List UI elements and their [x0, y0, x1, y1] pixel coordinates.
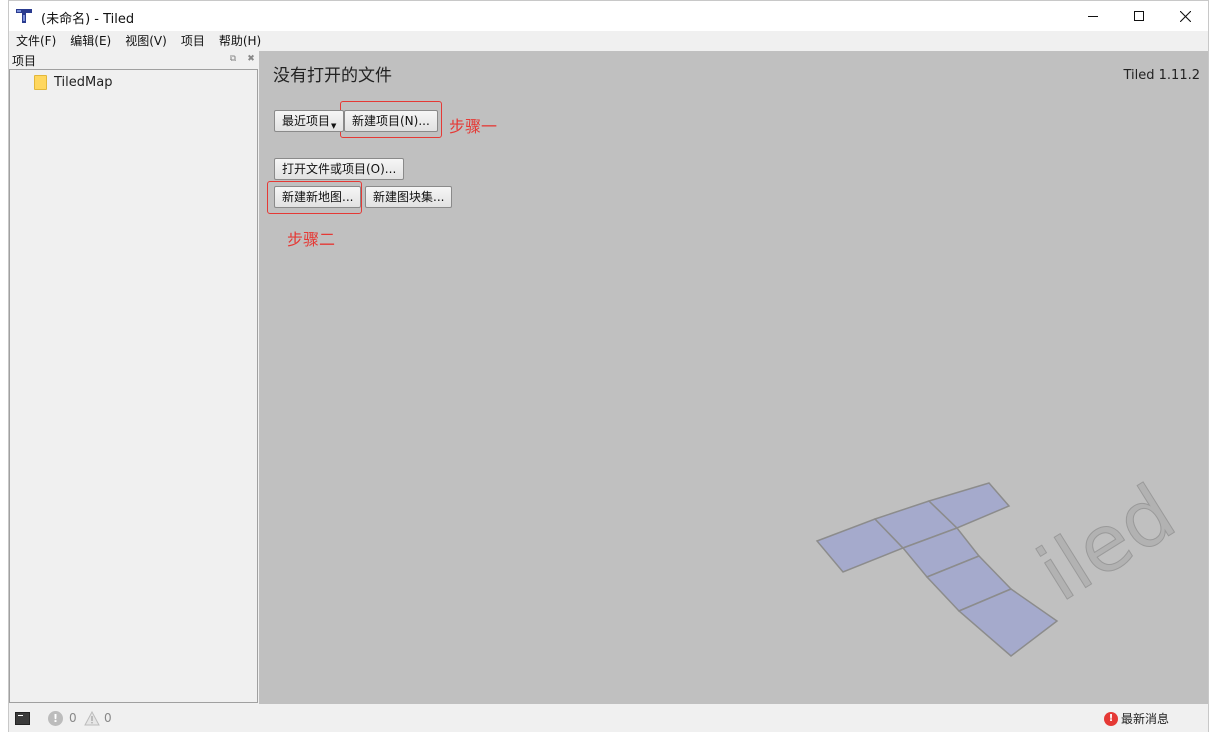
error-count: 0 — [69, 711, 77, 725]
project-panel-title: 项目 — [12, 54, 37, 68]
float-panel-icon[interactable]: ⧉ — [227, 53, 239, 65]
project-panel: 项目 ⧉ ✖ TiledMap — [9, 51, 259, 704]
maximize-button[interactable] — [1116, 1, 1162, 31]
open-file-button[interactable]: 打开文件或项目(O)... — [274, 158, 405, 180]
tiled-logo-icon — [16, 9, 32, 23]
menu-edit[interactable]: 编辑(E) — [63, 31, 118, 51]
minimize-button[interactable] — [1070, 1, 1116, 31]
menu-project[interactable]: 项目 — [174, 31, 212, 51]
welcome-area: 没有打开的文件 Tiled 1.11.2 最近项目▼ 新建项目(N)... 步骤… — [259, 51, 1208, 704]
menu-help[interactable]: 帮助(H) — [212, 31, 268, 51]
maximize-icon — [1134, 11, 1144, 21]
no-file-title: 没有打开的文件 — [273, 66, 392, 86]
new-project-button[interactable]: 新建项目(N)... — [344, 110, 438, 132]
title-bar: (未命名) - Tiled — [9, 1, 1208, 31]
window-title: (未命名) - Tiled — [41, 12, 135, 27]
warning-icon[interactable] — [84, 711, 100, 726]
close-icon — [1179, 10, 1191, 22]
watermark-text: iled — [1023, 471, 1190, 619]
close-panel-icon[interactable]: ✖ — [245, 53, 257, 65]
minimize-icon — [1088, 16, 1098, 17]
new-map-button[interactable]: 新建新地图... — [274, 186, 362, 208]
status-bar: ! 0 0 ! 最新消息 — [9, 704, 1208, 732]
step2-annotation: 步骤二 — [287, 230, 336, 249]
news-label: 最新消息 — [1121, 712, 1170, 726]
tree-item-label: TiledMap — [54, 74, 113, 90]
app-window: (未命名) - Tiled 文件(F) 编辑(E) 视图(V) 项目 帮助(H)… — [8, 0, 1209, 732]
recent-projects-button[interactable]: 最近项目▼ — [274, 110, 345, 132]
step1-annotation: 步骤一 — [449, 117, 498, 136]
news-alert-icon: ! — [1104, 711, 1118, 726]
version-label: Tiled 1.11.2 — [1123, 68, 1201, 83]
menu-view[interactable]: 视图(V) — [118, 31, 174, 51]
project-tree: TiledMap — [9, 69, 258, 703]
new-tileset-button[interactable]: 新建图块集... — [365, 186, 453, 208]
menu-bar: 文件(F) 编辑(E) 视图(V) 项目 帮助(H) — [9, 31, 1208, 51]
menu-file[interactable]: 文件(F) — [9, 31, 63, 51]
error-icon[interactable]: ! — [48, 711, 63, 726]
tree-item-tiledmap[interactable]: TiledMap — [34, 73, 112, 91]
recent-projects-label: 最近项目 — [282, 114, 331, 128]
console-icon[interactable] — [15, 712, 30, 725]
news-button[interactable]: ! 最新消息 — [1104, 710, 1169, 727]
folder-icon — [34, 74, 47, 90]
close-button[interactable] — [1162, 1, 1208, 31]
project-panel-header: 项目 ⧉ ✖ — [9, 51, 259, 69]
warning-count: 0 — [104, 711, 112, 725]
tiled-watermark-logo: iled — [815, 471, 1191, 657]
dropdown-arrow-icon: ▼ — [331, 122, 337, 130]
